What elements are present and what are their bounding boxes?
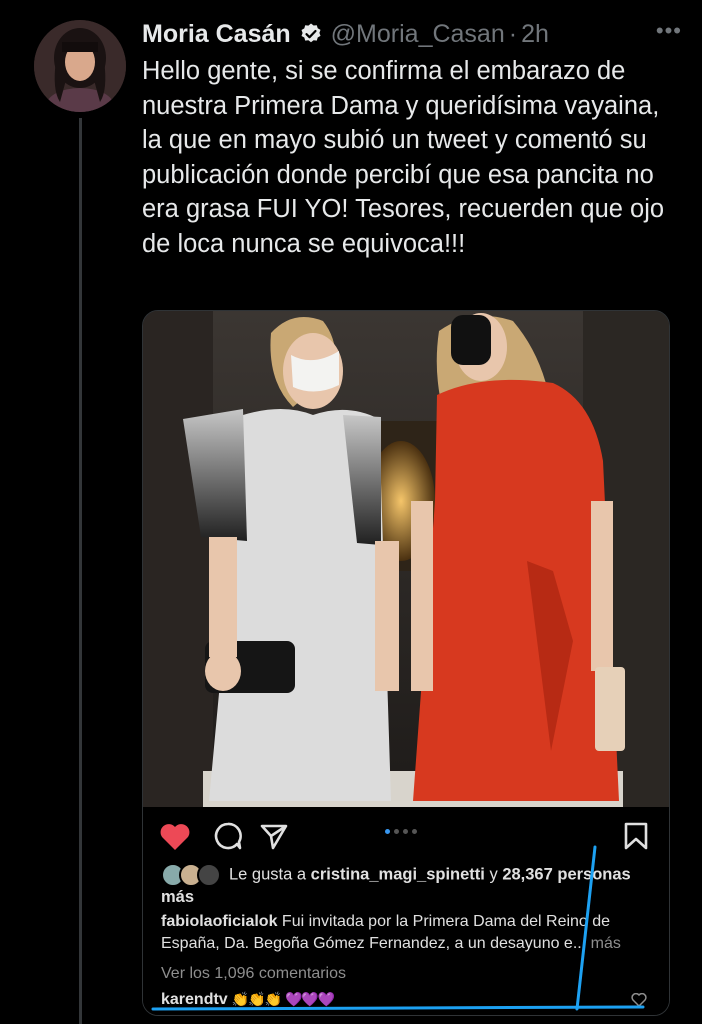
comment-icon[interactable] (213, 821, 243, 851)
comment-user[interactable]: karendtv (161, 991, 228, 1008)
heart-icon[interactable] (159, 823, 191, 851)
share-icon[interactable] (259, 821, 289, 851)
avatar[interactable] (34, 20, 126, 112)
caption-more-link[interactable]: más (586, 935, 621, 952)
verified-badge-icon (301, 23, 321, 43)
likes-count[interactable]: 28,367 (502, 865, 552, 883)
separator-dot: · (508, 19, 518, 48)
likes-summary: Le gusta a cristina_magi_spinetti y 28,3… (161, 863, 661, 908)
view-comments-link[interactable]: Ver los 1,096 comentarios (161, 965, 346, 983)
post-caption: fabiolaoficialok Fui invitada por la Pri… (161, 911, 661, 955)
author-name[interactable]: Moria Casán (142, 20, 291, 49)
likes-middle: y (484, 865, 503, 884)
caption-user[interactable]: fabiolaoficialok (161, 913, 277, 930)
carousel-dots (385, 829, 417, 834)
media-photo (143, 311, 669, 807)
tweet-text: Hello gente, si se confirma el embarazo … (142, 57, 665, 258)
likes-prefix: Le gusta a (229, 865, 311, 884)
thread-line (79, 118, 82, 1024)
small-heart-icon[interactable] (631, 993, 647, 1007)
bookmark-icon[interactable] (623, 821, 649, 851)
tweet-media[interactable]: Le gusta a cristina_magi_spinetti y 28,3… (142, 310, 670, 1016)
likes-user[interactable]: cristina_magi_spinetti (311, 865, 485, 883)
comment-preview: karendtv 👏👏👏 💜💜💜 (161, 991, 335, 1009)
more-icon[interactable]: ••• (656, 18, 682, 44)
instagram-post-footer: Le gusta a cristina_magi_spinetti y 28,3… (143, 807, 669, 1015)
liker-avatars (161, 863, 221, 887)
tweet-header: Moria Casán @Moria_Casan · 2h ••• (142, 16, 682, 52)
author-handle[interactable]: @Moria_Casan (331, 20, 505, 49)
tweet-time[interactable]: 2h (521, 20, 549, 49)
comment-emoji-hearts: 💜💜💜 (285, 991, 335, 1007)
avatar-image (34, 20, 126, 112)
comment-emoji-clap: 👏👏👏 (231, 991, 282, 1007)
